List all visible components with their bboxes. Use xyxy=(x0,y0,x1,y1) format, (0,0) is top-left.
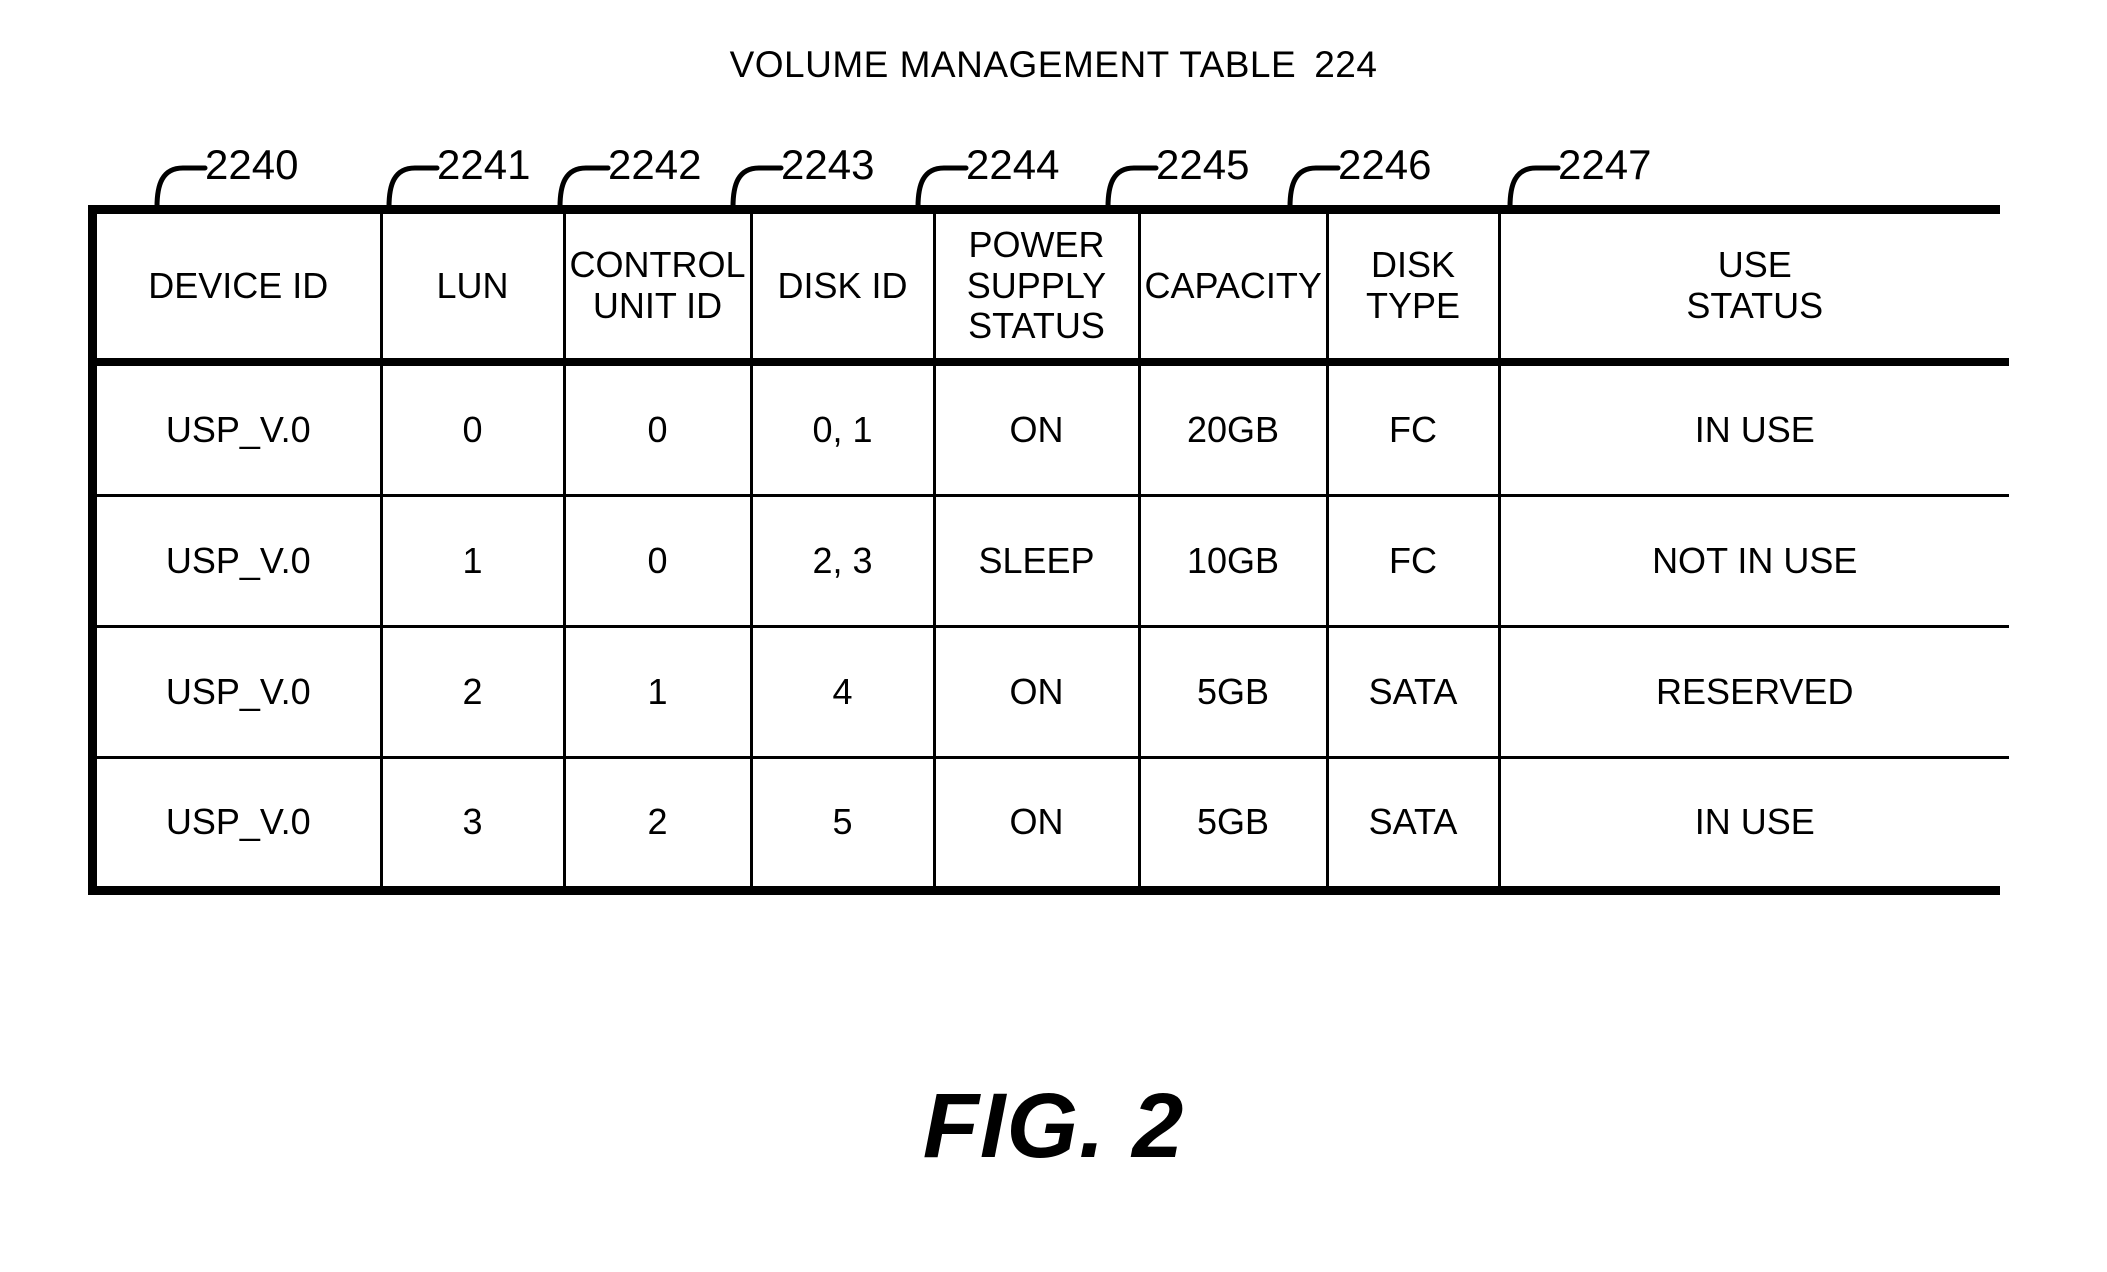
cell-disk-id: 2, 3 xyxy=(749,494,936,627)
cell-control-unit-id: 2 xyxy=(562,755,753,886)
cell-power-supply-status: SLEEP xyxy=(932,494,1141,627)
leader-line-2244 xyxy=(915,165,969,210)
leader-line-2241 xyxy=(386,165,440,210)
callout-label-2240: 2240 xyxy=(205,141,299,188)
cell-control-unit-id: 1 xyxy=(562,625,753,758)
cell-capacity: 20GB xyxy=(1137,362,1329,496)
cell-control-unit-id: 0 xyxy=(562,494,753,627)
leader-line-2247 xyxy=(1507,165,1561,210)
callout-label-2241: 2241 xyxy=(437,141,531,188)
cell-capacity: 5GB xyxy=(1137,625,1329,758)
figure-title: VOLUME MANAGEMENT TABLE 224 xyxy=(0,44,2107,86)
table-row: USP_V.0 1 0 2, 3 SLEEP 10GB FC NOT IN US… xyxy=(97,494,2009,627)
cell-use-status: NOT IN USE xyxy=(1497,494,2009,627)
cell-power-supply-status: ON xyxy=(932,625,1141,758)
cell-use-status: RESERVED xyxy=(1497,625,2009,758)
volume-management-table: DEVICE ID LUN CONTROL UNIT ID DISK ID PO… xyxy=(88,205,2009,895)
table-row: USP_V.0 0 0 0, 1 ON 20GB FC IN USE xyxy=(97,362,2009,496)
cell-disk-id: 5 xyxy=(749,755,936,886)
column-header-control-unit-id: CONTROL UNIT ID xyxy=(562,214,753,366)
cell-use-status: IN USE xyxy=(1497,362,2009,496)
cell-disk-type: FC xyxy=(1325,494,1501,627)
callout-label-2247: 2247 xyxy=(1558,141,1652,188)
leader-line-2246 xyxy=(1287,165,1341,210)
cell-device-id: USP_V.0 xyxy=(97,755,383,886)
cell-device-id: USP_V.0 xyxy=(97,494,383,627)
cell-lun: 2 xyxy=(379,625,566,758)
column-header-lun: LUN xyxy=(379,214,566,366)
callout-label-2242: 2242 xyxy=(608,141,702,188)
column-header-disk-type: DISK TYPE xyxy=(1325,214,1501,366)
cell-lun: 0 xyxy=(379,362,566,496)
column-header-disk-id: DISK ID xyxy=(749,214,936,366)
cell-capacity: 10GB xyxy=(1137,494,1329,627)
table-row: USP_V.0 2 1 4 ON 5GB SATA RESERVED xyxy=(97,625,2009,758)
cell-power-supply-status: ON xyxy=(932,755,1141,886)
cell-control-unit-id: 0 xyxy=(562,362,753,496)
cell-device-id: USP_V.0 xyxy=(97,362,383,496)
leader-line-2240 xyxy=(154,165,208,210)
cell-power-supply-status: ON xyxy=(932,362,1141,496)
column-header-power-supply-status: POWER SUPPLY STATUS xyxy=(932,214,1141,366)
column-header-capacity: CAPACITY xyxy=(1137,214,1329,366)
table-row: USP_V.0 3 2 5 ON 5GB SATA IN USE xyxy=(97,755,2009,886)
cell-disk-id: 0, 1 xyxy=(749,362,936,496)
volume-management-table-grid: DEVICE ID LUN CONTROL UNIT ID DISK ID PO… xyxy=(97,214,2009,886)
cell-disk-type: SATA xyxy=(1325,625,1501,758)
figure-caption: FIG. 2 xyxy=(922,1075,1185,1177)
figure-title-text: VOLUME MANAGEMENT TABLE xyxy=(729,44,1297,85)
callout-label-2245: 2245 xyxy=(1156,141,1250,188)
callout-label-2243: 2243 xyxy=(781,141,875,188)
table-header-row: DEVICE ID LUN CONTROL UNIT ID DISK ID PO… xyxy=(97,214,2009,366)
leader-line-2243 xyxy=(730,165,784,210)
figure-title-reference-number: 224 xyxy=(1314,44,1378,85)
cell-capacity: 5GB xyxy=(1137,755,1329,886)
callout-label-2246: 2246 xyxy=(1338,141,1432,188)
cell-use-status: IN USE xyxy=(1497,755,2009,886)
leader-line-2242 xyxy=(557,165,611,210)
cell-device-id: USP_V.0 xyxy=(97,625,383,758)
column-header-device-id: DEVICE ID xyxy=(97,214,383,366)
cell-disk-type: FC xyxy=(1325,362,1501,496)
cell-lun: 1 xyxy=(379,494,566,627)
callout-label-2244: 2244 xyxy=(966,141,1060,188)
patent-figure-page: VOLUME MANAGEMENT TABLE 224 2240 2241 224… xyxy=(0,0,2107,1272)
leader-line-2245 xyxy=(1105,165,1159,210)
cell-disk-id: 4 xyxy=(749,625,936,758)
cell-lun: 3 xyxy=(379,755,566,886)
column-header-use-status: USE STATUS xyxy=(1497,214,2009,366)
cell-disk-type: SATA xyxy=(1325,755,1501,886)
